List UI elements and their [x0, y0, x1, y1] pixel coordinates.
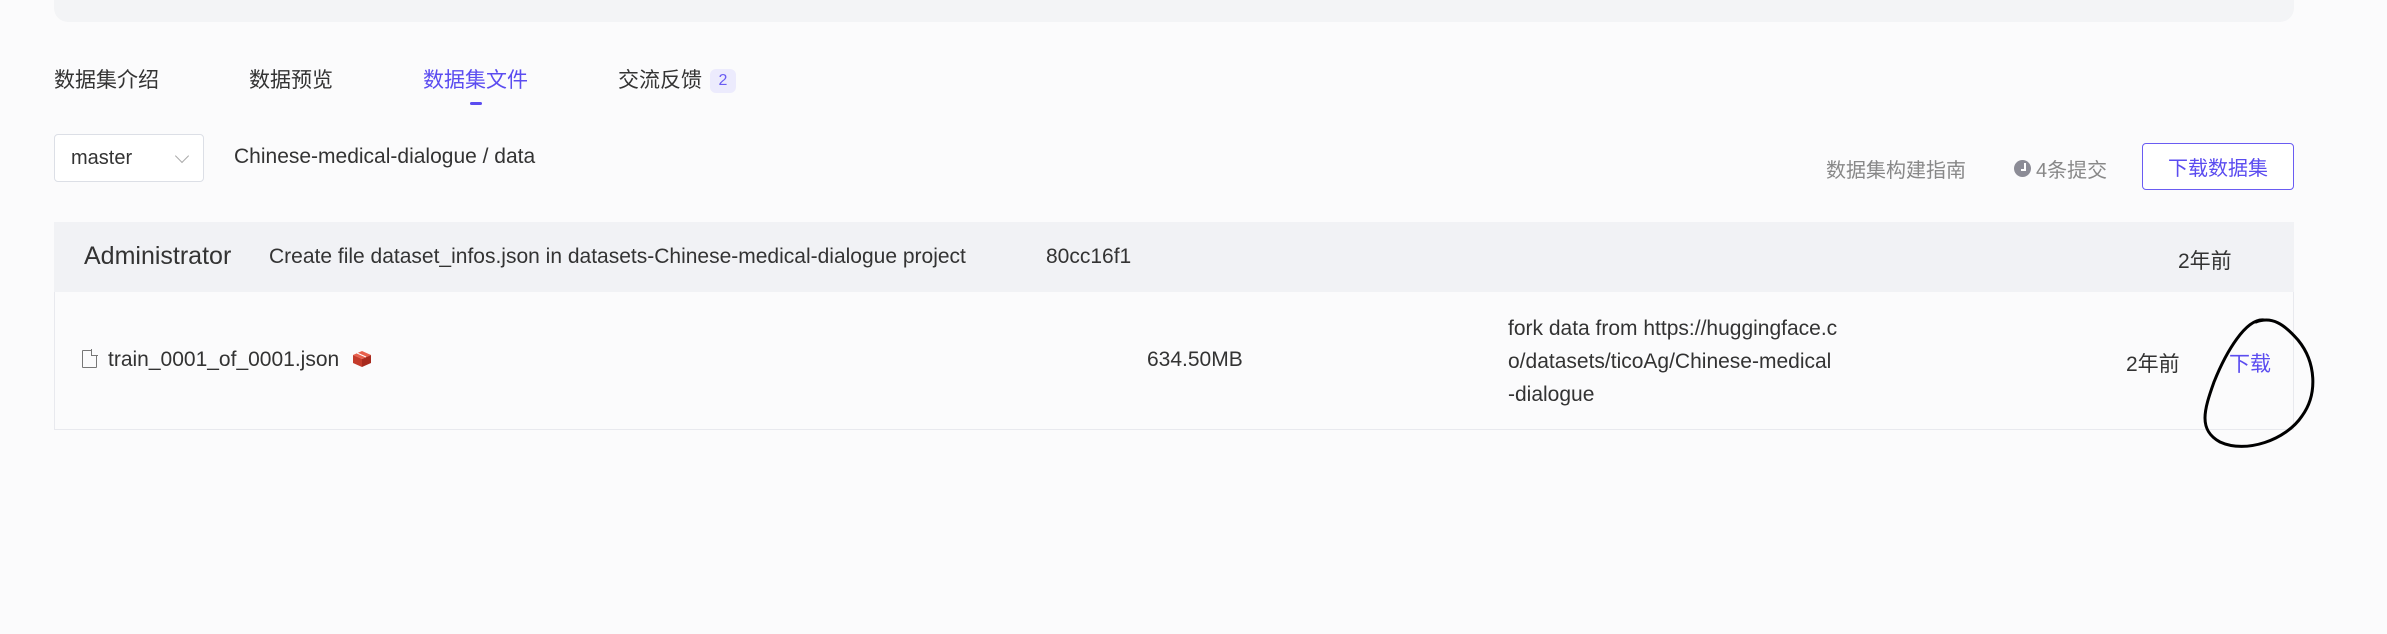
commit-hash[interactable]: 80cc16f1 [1046, 245, 1131, 269]
tab-dataset-files[interactable]: 数据集文件 [423, 64, 528, 105]
tab-active-indicator [469, 102, 482, 105]
tab-label: 数据预览 [249, 69, 333, 92]
commits-link[interactable]: 4条提交 [2014, 154, 2107, 183]
commit-time: 2年前 [2178, 250, 2232, 273]
tab-feedback[interactable]: 交流反馈 2 [618, 64, 736, 94]
breadcrumb: Chinese-medical-dialogue / data [234, 145, 536, 168]
branch-value: master [71, 146, 133, 169]
clock-icon [2014, 160, 2031, 177]
tab-dataset-intro[interactable]: 数据集介绍 [54, 64, 159, 94]
lfs-icon [353, 351, 371, 367]
file-download-link[interactable]: 下载 [2229, 348, 2271, 378]
file-icon [82, 349, 98, 368]
file-commit-message[interactable]: fork data from https://huggingface.co/da… [1508, 312, 1838, 411]
tab-label: 数据集介绍 [54, 69, 159, 92]
page: 数据集介绍 数据预览 数据集文件 交流反馈 2 master Chinese-me… [0, 0, 2387, 634]
tab-data-preview[interactable]: 数据预览 [249, 64, 333, 94]
table-row: train_0001_of_0001.json 634.50MB fork da… [54, 292, 2294, 430]
feedback-count-badge: 2 [710, 69, 736, 93]
file-name-link[interactable]: train_0001_of_0001.json [108, 348, 339, 372]
file-time: 2年前 [2126, 353, 2180, 376]
dataset-guide-link[interactable]: 数据集构建指南 [1826, 154, 1966, 183]
chevron-down-icon [174, 148, 190, 164]
last-commit-bar: Administrator Create file dataset_infos.… [54, 222, 2294, 292]
branch-select[interactable]: master [54, 134, 204, 182]
tab-label: 数据集文件 [423, 69, 528, 92]
commits-count: 4条提交 [2036, 160, 2108, 182]
file-size: 634.50MB [1147, 348, 1243, 371]
commit-message[interactable]: Create file dataset_infos.json in datase… [269, 245, 966, 269]
top-card [54, 0, 2294, 22]
download-dataset-button[interactable]: 下载数据集 [2142, 143, 2294, 190]
commit-author[interactable]: Administrator [84, 242, 231, 271]
tab-label: 交流反馈 [618, 69, 702, 92]
